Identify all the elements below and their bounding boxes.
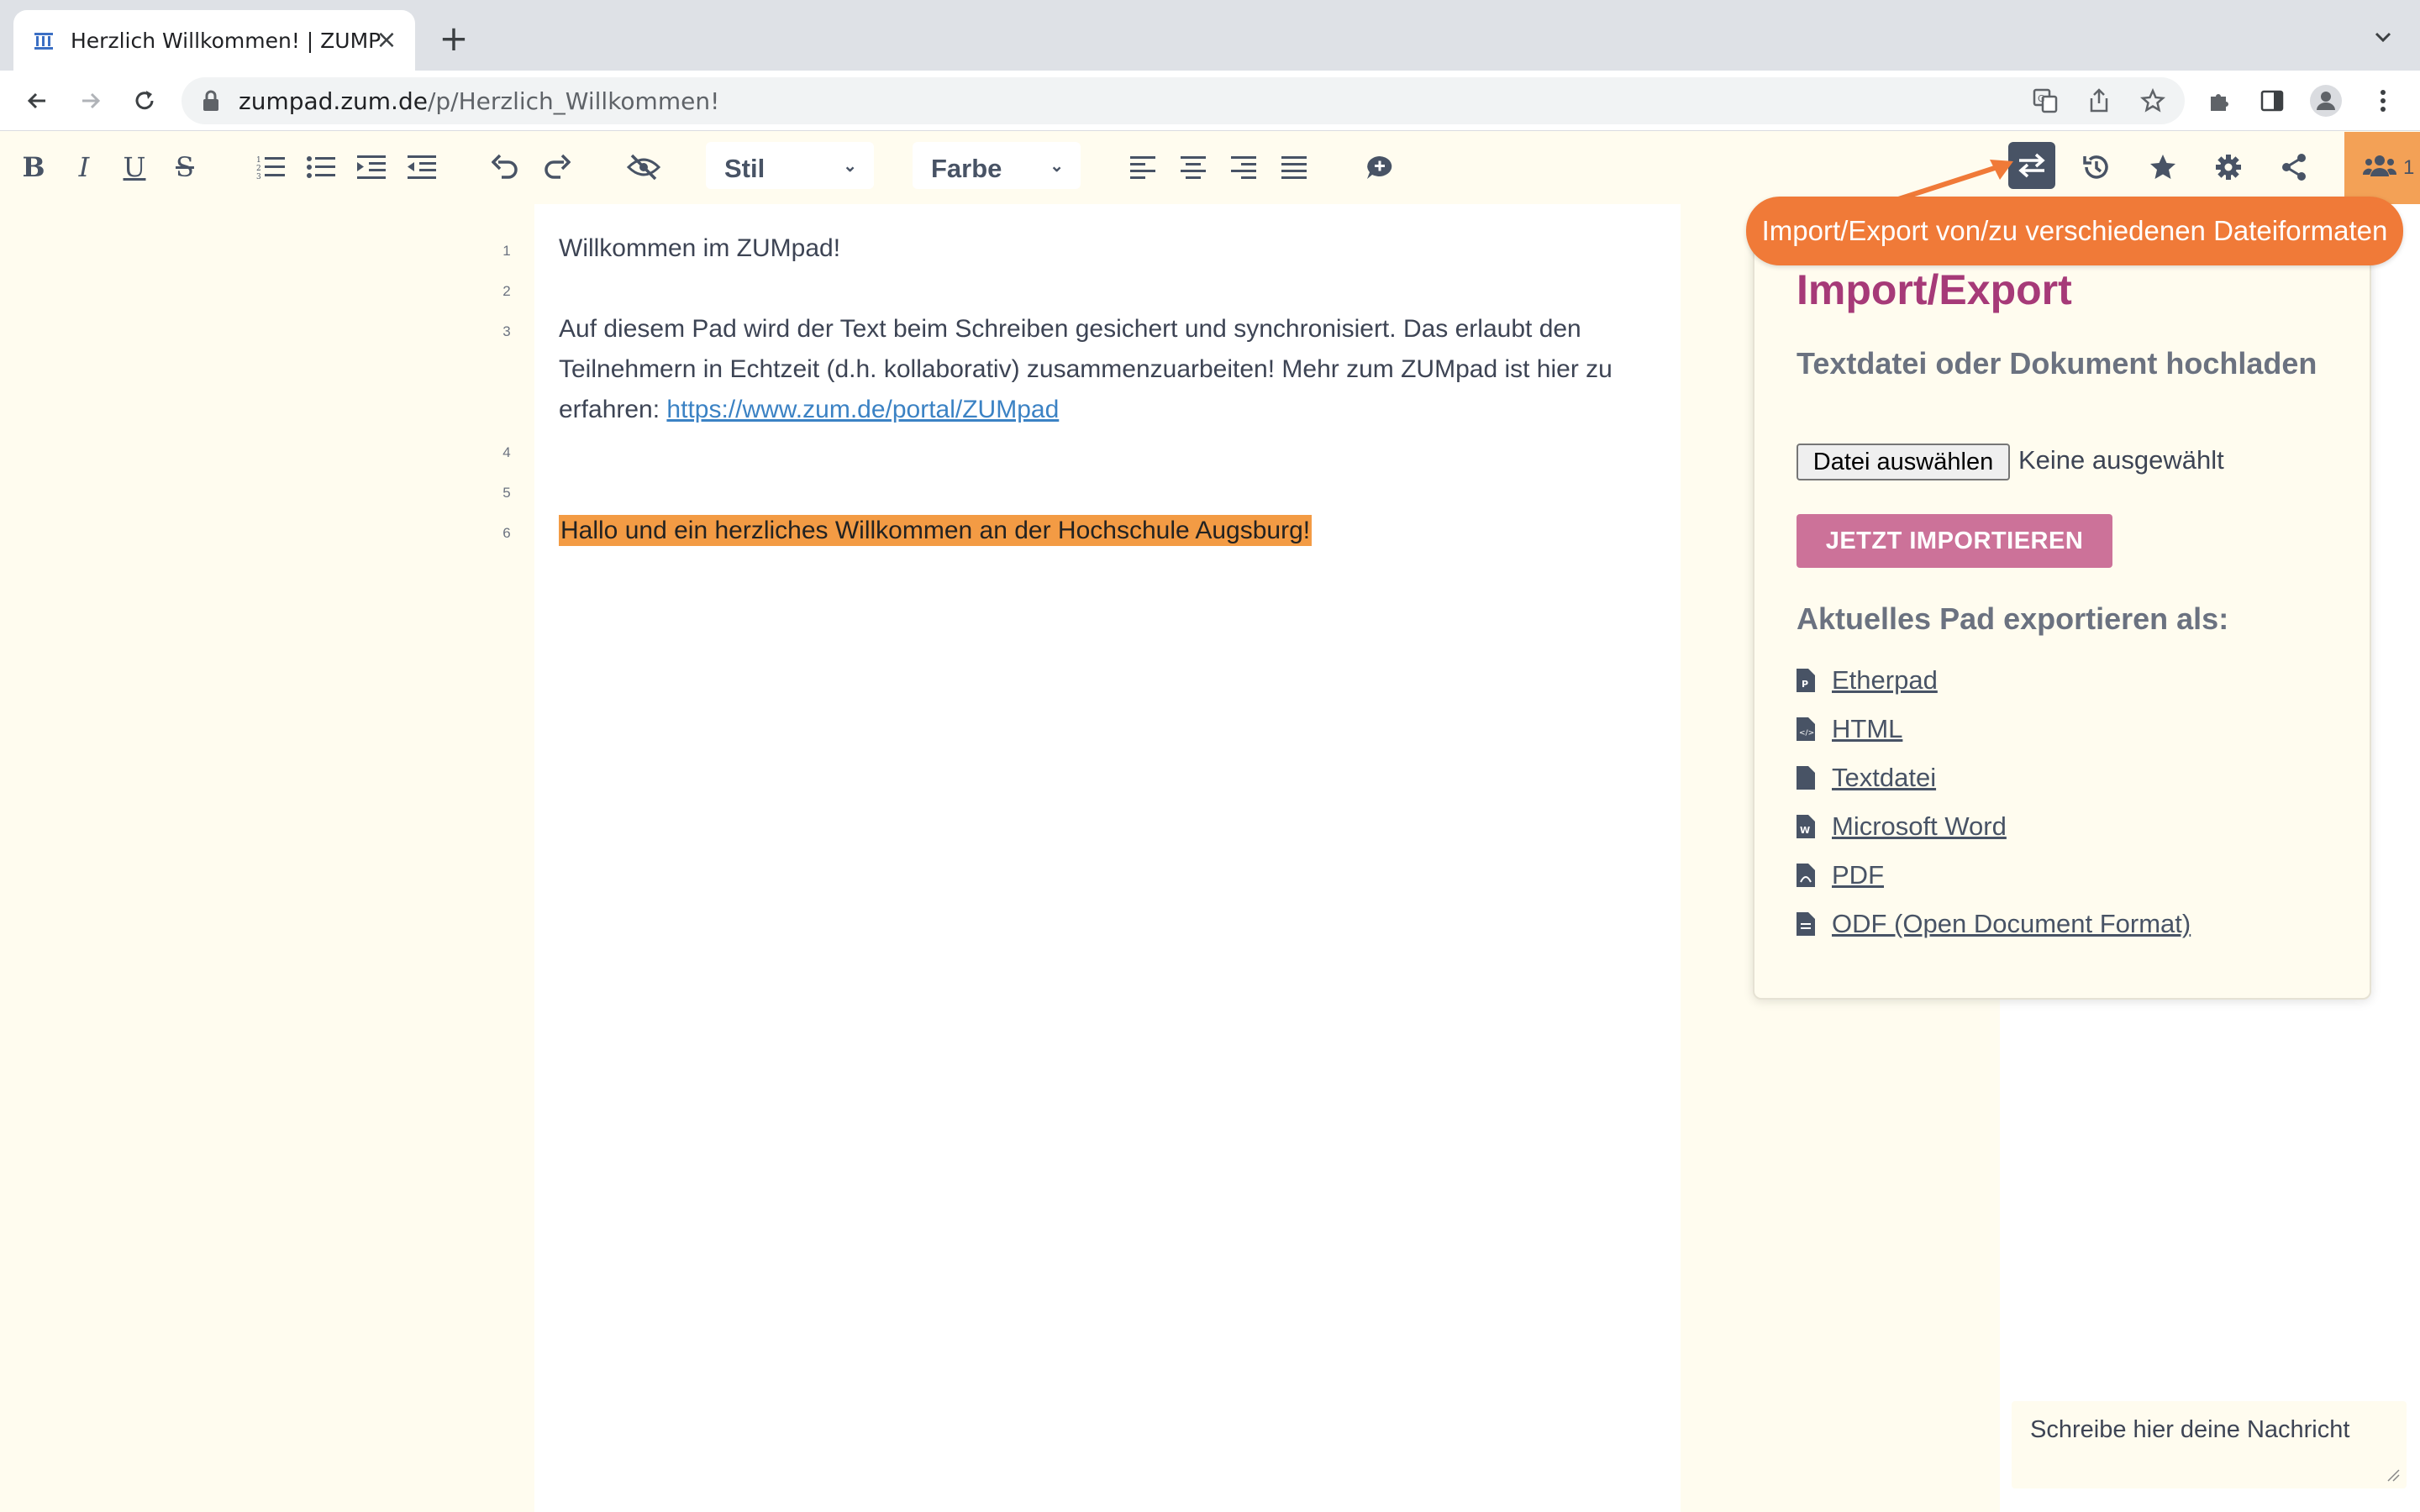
bold-icon[interactable]: B xyxy=(15,149,52,186)
svg-text:G: G xyxy=(2038,93,2045,104)
translate-icon[interactable]: G xyxy=(2030,86,2060,116)
align-justify-icon[interactable] xyxy=(1276,149,1313,186)
resize-grip-icon[interactable] xyxy=(2386,1468,2400,1482)
color-select[interactable]: Farbe ⌄ xyxy=(913,142,1081,189)
odf-file-icon xyxy=(1797,912,1815,936)
line-number: 2 xyxy=(502,283,511,299)
user-count: 1 xyxy=(2403,156,2415,179)
tab-search-chevron-icon[interactable] xyxy=(2371,25,2395,49)
url-text: zumpad.zum.de/p/Herzlich_Willkommen! xyxy=(239,87,720,115)
align-right-icon[interactable] xyxy=(1225,149,1262,186)
lock-icon[interactable] xyxy=(202,89,220,116)
comment-icon[interactable] xyxy=(1361,149,1398,186)
line-number: 5 xyxy=(502,485,511,501)
editor-line-6[interactable]: Hallo und ein herzliches Willkommen an d… xyxy=(559,511,1643,551)
editor-toolbar: B I U S 123 Stil ⌄ Farbe ⌄ 1 xyxy=(0,132,2420,204)
svg-text:P: P xyxy=(1802,679,1808,690)
unordered-list-icon[interactable] xyxy=(302,149,339,186)
chat-input[interactable]: Schreibe hier deine Nachricht xyxy=(2012,1401,2407,1488)
export-etherpad-link[interactable]: P Etherpad xyxy=(1797,664,1938,697)
line-number: 4 xyxy=(502,444,511,460)
settings-gear-icon[interactable] xyxy=(2210,149,2247,186)
saved-revision-star-icon[interactable] xyxy=(2144,149,2181,186)
share-icon[interactable] xyxy=(2084,86,2114,116)
html-file-icon: </> xyxy=(1797,717,1815,741)
side-panel-icon[interactable] xyxy=(2255,84,2289,118)
align-center-icon[interactable] xyxy=(1175,149,1212,186)
indent-icon[interactable] xyxy=(353,149,390,186)
users-group-icon xyxy=(2362,153,2397,184)
browser-tab-strip: Herzlich Willkommen! | ZUMPa × + xyxy=(0,0,2420,71)
line-number: 6 xyxy=(502,525,511,541)
file-status: Keine ausgewählt xyxy=(2018,445,2224,475)
svg-text:</>: </> xyxy=(1799,729,1814,738)
popup-title: Import/Export xyxy=(1797,266,2072,313)
word-file-icon: W xyxy=(1797,815,1815,838)
svg-text:W: W xyxy=(1800,825,1810,836)
svg-text:1: 1 xyxy=(256,156,261,165)
choose-file-button[interactable]: Datei auswählen xyxy=(1797,444,2010,480)
ordered-list-icon[interactable]: 123 xyxy=(252,149,289,186)
highlighted-text: Hallo und ein herzliches Willkommen an d… xyxy=(559,515,1313,546)
hide-authorship-eye-icon[interactable] xyxy=(625,149,662,186)
users-button[interactable]: 1 xyxy=(2344,132,2420,204)
editor-line-1[interactable]: Willkommen im ZUMpad! xyxy=(559,228,1643,269)
chevron-down-icon: ⌄ xyxy=(1050,157,1064,176)
extensions-puzzle-icon[interactable] xyxy=(2203,84,2237,118)
timeslider-history-icon[interactable] xyxy=(2077,149,2114,186)
text-file-icon xyxy=(1797,766,1815,790)
strikethrough-icon[interactable]: S xyxy=(166,149,203,186)
line-number: 1 xyxy=(502,243,511,259)
export-html-link[interactable]: </> HTML xyxy=(1797,712,1902,746)
tab-title: Herzlich Willkommen! | ZUMPa xyxy=(71,28,381,53)
import-export-popup: Import/Export Textdatei oder Dokument ho… xyxy=(1753,244,2371,1000)
underline-icon[interactable]: U xyxy=(116,149,153,186)
etherpad-file-icon: P xyxy=(1797,669,1815,692)
pdf-file-icon xyxy=(1797,864,1815,887)
upload-heading: Textdatei oder Dokument hochladen xyxy=(1797,346,2317,381)
browser-tab[interactable]: Herzlich Willkommen! | ZUMPa × xyxy=(13,10,415,71)
zumpad-portal-link[interactable]: https://www.zum.de/portal/ZUMpad xyxy=(666,396,1059,423)
import-now-button[interactable]: JETZT IMPORTIEREN xyxy=(1797,514,2112,568)
reload-icon[interactable] xyxy=(128,84,161,118)
profile-avatar-icon[interactable] xyxy=(2309,84,2343,118)
outdent-icon[interactable] xyxy=(403,149,440,186)
export-word-link[interactable]: W Microsoft Word xyxy=(1797,810,2007,843)
forward-arrow-icon[interactable] xyxy=(74,84,108,118)
share-embed-icon[interactable] xyxy=(2275,149,2312,186)
bookmark-star-icon[interactable] xyxy=(2138,86,2168,116)
redo-icon[interactable] xyxy=(538,149,575,186)
address-bar[interactable]: zumpad.zum.de/p/Herzlich_Willkommen! G xyxy=(182,77,2185,124)
browser-toolbar: zumpad.zum.de/p/Herzlich_Willkommen! G xyxy=(0,71,2420,131)
undo-icon[interactable] xyxy=(487,149,524,186)
style-select[interactable]: Stil ⌄ xyxy=(706,142,874,189)
align-left-icon[interactable] xyxy=(1124,149,1161,186)
zum-favicon-icon xyxy=(32,29,55,52)
editor-line-3[interactable]: Auf diesem Pad wird der Text beim Schrei… xyxy=(559,309,1643,430)
export-odf-link[interactable]: ODF (Open Document Format) xyxy=(1797,907,2191,941)
svg-text:3: 3 xyxy=(256,173,261,180)
browser-menu-icon[interactable] xyxy=(2366,84,2400,118)
new-tab-icon[interactable]: + xyxy=(437,21,471,56)
back-arrow-icon[interactable] xyxy=(20,84,54,118)
export-heading: Aktuelles Pad exportieren als: xyxy=(1797,601,2229,636)
svg-text:2: 2 xyxy=(256,165,261,173)
export-pdf-link[interactable]: PDF xyxy=(1797,858,1884,892)
italic-icon[interactable]: I xyxy=(66,149,103,186)
tab-close-icon[interactable]: × xyxy=(373,27,400,54)
line-number: 3 xyxy=(502,323,511,339)
import-export-tooltip: Import/Export von/zu verschiedenen Datei… xyxy=(1746,197,2403,265)
export-textfile-link[interactable]: Textdatei xyxy=(1797,761,1936,795)
chevron-down-icon: ⌄ xyxy=(843,157,857,176)
